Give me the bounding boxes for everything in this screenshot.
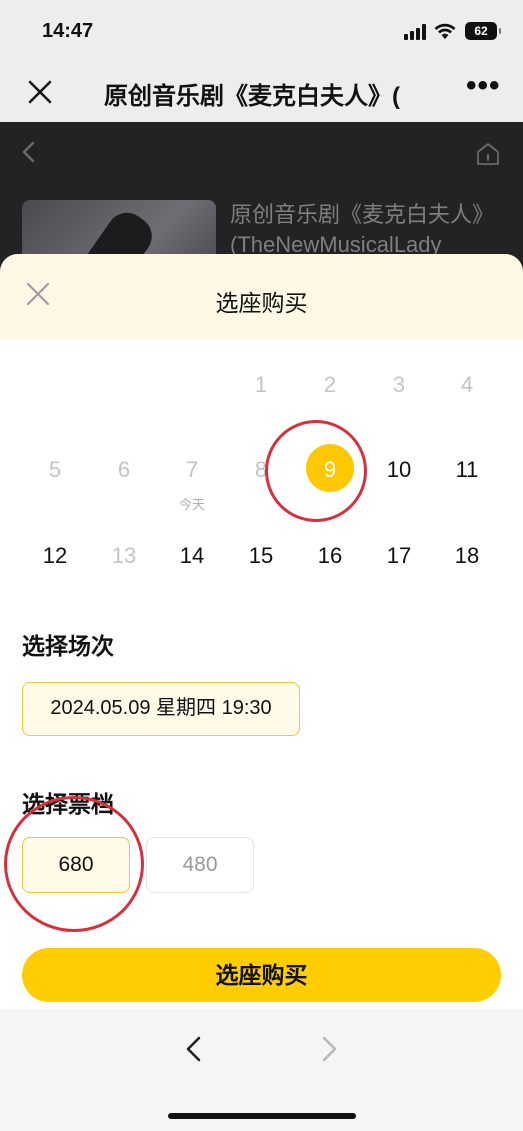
calendar-day[interactable]: 12 xyxy=(25,543,85,569)
seat-purchase-sheet: 选座购买 1 2 3 4 5 6 7 今天 8 9 10 11 12 13 14… xyxy=(0,254,523,1009)
sheet-header: 选座购买 xyxy=(0,254,523,340)
nav-title: 原创音乐剧《麦克白夫人》( xyxy=(104,83,400,110)
calendar-day: 1 xyxy=(254,372,268,397)
calendar-day[interactable]: 10 xyxy=(369,457,429,483)
ticket-section-title: 选择票档 xyxy=(22,791,114,817)
forward-arrow-icon[interactable] xyxy=(317,1035,341,1063)
status-bar: 14:47 62 xyxy=(0,0,523,62)
close-icon[interactable] xyxy=(24,76,56,108)
calendar-day[interactable]: 17 xyxy=(369,543,429,569)
calendar-day: 2 xyxy=(323,372,337,397)
calendar-day[interactable]: 15 xyxy=(231,543,291,569)
wifi-icon xyxy=(434,23,456,39)
back-icon xyxy=(22,141,35,163)
home-indicator xyxy=(168,1113,356,1119)
calendar-day: 5 xyxy=(48,457,62,482)
ticket-option[interactable]: 480 xyxy=(146,837,254,893)
show-title: 原创音乐剧《麦克白夫人》 (TheNewMusicalLady xyxy=(230,200,494,260)
session-section-title: 选择场次 xyxy=(22,633,114,659)
calendar-day: 13 xyxy=(111,543,137,568)
calendar-day[interactable]: 18 xyxy=(437,543,497,569)
calendar-day: 6 xyxy=(117,457,131,482)
calendar-day[interactable]: 16 xyxy=(300,543,360,569)
calendar-day: 7 xyxy=(185,457,199,482)
sheet-title: 选座购买 xyxy=(215,290,308,316)
cellular-signal-icon xyxy=(404,24,426,40)
calendar-day: 3 xyxy=(392,372,406,397)
today-label: 今天 xyxy=(178,497,205,512)
buy-button[interactable]: 选座购买 xyxy=(22,948,501,1002)
status-time: 14:47 xyxy=(42,20,94,42)
calendar-day[interactable]: 11 xyxy=(437,457,497,483)
session-option[interactable]: 2024.05.09 星期四 19:30 xyxy=(22,682,300,736)
nav-bar: 原创音乐剧《麦克白夫人》( ••• xyxy=(0,62,523,122)
calendar-day-selected[interactable]: 9 xyxy=(300,457,360,483)
ticket-option-selected[interactable]: 680 xyxy=(22,837,130,893)
calendar-day: 4 xyxy=(460,372,474,397)
home-icon xyxy=(477,143,499,165)
show-title-line1: 原创音乐剧《麦克白夫人》 xyxy=(230,202,495,227)
calendar-day[interactable]: 14 xyxy=(162,543,222,569)
calendar-day: 8 xyxy=(254,457,268,482)
back-arrow-icon[interactable] xyxy=(182,1035,206,1063)
more-icon[interactable]: ••• xyxy=(466,71,500,102)
battery-indicator: 62 xyxy=(465,22,501,40)
